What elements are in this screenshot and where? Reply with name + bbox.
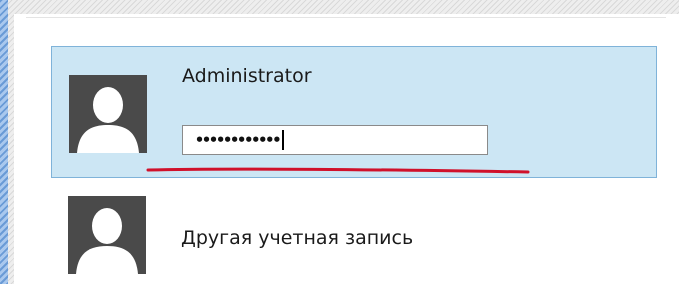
account-tile-other[interactable]: Другая учетная запись — [51, 180, 657, 274]
account-name: Другая учетная запись — [181, 227, 414, 249]
password-input[interactable]: •••••••••••• — [182, 125, 488, 155]
account-name: Administrator — [182, 65, 312, 87]
password-value: •••••••••••• — [195, 131, 281, 149]
account-tile-administrator[interactable]: Administrator •••••••••••• — [51, 46, 657, 178]
window-left-edge — [0, 0, 8, 284]
red-annotation-underline — [146, 167, 530, 174]
divider — [26, 17, 666, 18]
user-silhouette-icon — [68, 196, 146, 274]
text-caret — [282, 130, 285, 150]
user-silhouette-icon — [69, 75, 147, 153]
